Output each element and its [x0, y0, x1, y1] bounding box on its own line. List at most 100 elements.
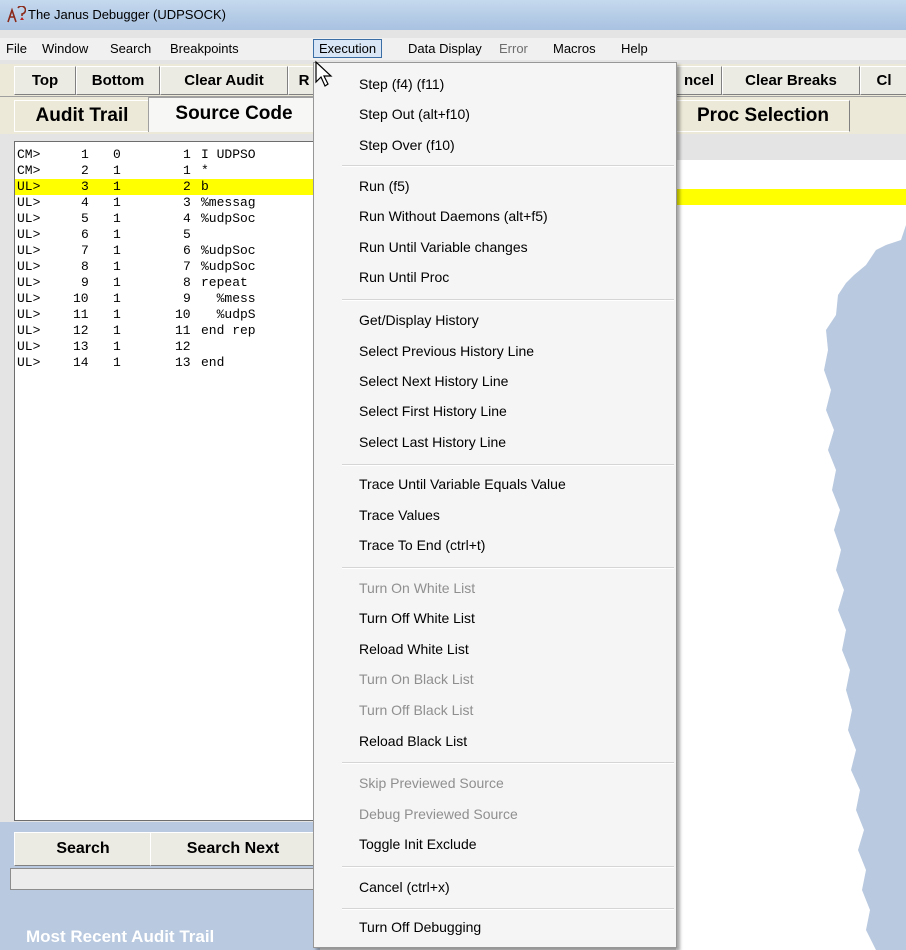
line-code: end rep — [201, 323, 256, 338]
code-line[interactable]: UL> 12 1 11 end rep — [15, 323, 315, 339]
tab-source-code[interactable]: Source Code — [148, 97, 320, 132]
line-prefix: UL> — [17, 307, 41, 322]
menu-item-toggle-init-exclude[interactable]: Toggle Init Exclude — [359, 835, 477, 853]
code-line[interactable]: UL> 11 1 10 %udpS — [15, 307, 315, 323]
tab-audit-trail[interactable]: Audit Trail — [14, 100, 150, 132]
menu-item-select-last-history[interactable]: Select Last History Line — [359, 433, 506, 451]
line-source-number: 4 — [183, 211, 191, 226]
menu-item-select-first-history[interactable]: Select First History Line — [359, 402, 507, 420]
menu-item-turn-off-black-list[interactable]: Turn Off Black List — [359, 701, 473, 719]
search-input[interactable] — [10, 868, 316, 890]
line-code: %mess — [201, 291, 256, 306]
menu-item-turn-off-white-list[interactable]: Turn Off White List — [359, 609, 475, 627]
menu-item-trace-values[interactable]: Trace Values — [359, 506, 440, 524]
menu-item-run-until-proc[interactable]: Run Until Proc — [359, 268, 449, 286]
menu-item-reload-black-list[interactable]: Reload Black List — [359, 732, 467, 750]
line-level: 1 — [113, 179, 121, 194]
menu-item-turn-off-debugging[interactable]: Turn Off Debugging — [359, 918, 481, 936]
line-number: 4 — [81, 195, 89, 210]
code-line[interactable]: UL> 14 1 13 end — [15, 355, 315, 371]
line-number: 10 — [73, 291, 89, 306]
clear-audit-button[interactable]: Clear Audit — [160, 66, 288, 95]
line-level: 1 — [113, 259, 121, 274]
menu-execution[interactable]: Execution — [313, 39, 383, 58]
menu-data-display[interactable]: Data Display — [403, 40, 487, 57]
menu-item-step-over[interactable]: Step Over (f10) — [359, 136, 455, 154]
line-number: 9 — [81, 275, 89, 290]
menu-file[interactable]: File — [1, 40, 32, 57]
line-prefix: CM> — [17, 147, 41, 162]
menu-item-turn-on-black-list[interactable]: Turn On Black List — [359, 670, 474, 688]
menu-separator — [342, 908, 674, 910]
menu-item-skip-previewed-source[interactable]: Skip Previewed Source — [359, 774, 504, 792]
menu-item-trace-until-variable[interactable]: Trace Until Variable Equals Value — [359, 475, 566, 493]
line-prefix: UL> — [17, 179, 41, 194]
line-prefix: CM> — [17, 163, 41, 178]
menu-search[interactable]: Search — [105, 40, 156, 57]
code-line[interactable]: UL> 6 1 5 — [15, 227, 315, 243]
menu-item-cancel[interactable]: Cancel (ctrl+x) — [359, 878, 450, 896]
line-level: 1 — [113, 323, 121, 338]
code-line[interactable]: CM> 1 0 1 I UDPSO — [15, 147, 315, 163]
line-level: 1 — [113, 211, 121, 226]
line-number: 14 — [73, 355, 89, 370]
tab-proc-selection[interactable]: Proc Selection — [676, 100, 850, 132]
search-button[interactable]: Search — [14, 832, 152, 866]
menu-item-run[interactable]: Run (f5) — [359, 177, 410, 195]
menu-item-get-display-history[interactable]: Get/Display History — [359, 311, 479, 329]
menu-item-step[interactable]: Step (f4) (f11) — [359, 75, 444, 93]
map-shape — [824, 225, 906, 950]
search-next-button[interactable]: Search Next — [150, 832, 316, 866]
menu-item-step-out[interactable]: Step Out (alt+f10) — [359, 105, 470, 123]
code-line[interactable]: UL> 10 1 9 %mess — [15, 291, 315, 307]
top-button[interactable]: Top — [14, 66, 76, 95]
menu-bar: File Window Search Breakpoints Execution… — [0, 38, 906, 60]
code-line[interactable]: UL> 9 1 8 repeat — [15, 275, 315, 291]
menu-separator — [342, 464, 674, 466]
cancel-button[interactable]: ncel — [676, 66, 722, 95]
line-level: 1 — [113, 307, 121, 322]
code-line[interactable]: UL> 7 1 6 %udpSoc — [15, 243, 315, 259]
menu-help[interactable]: Help — [616, 40, 653, 57]
menu-item-run-until-variable[interactable]: Run Until Variable changes — [359, 238, 528, 256]
line-code: repeat — [201, 275, 248, 290]
line-number: 8 — [81, 259, 89, 274]
code-line[interactable]: UL> 4 1 3 %messag — [15, 195, 315, 211]
menu-breakpoints[interactable]: Breakpoints — [165, 40, 244, 57]
code-line[interactable]: UL> 5 1 4 %udpSoc — [15, 211, 315, 227]
line-level: 1 — [113, 339, 121, 354]
menu-error[interactable]: Error — [494, 40, 533, 57]
line-source-number: 13 — [175, 355, 191, 370]
line-level: 1 — [113, 195, 121, 210]
line-prefix: UL> — [17, 339, 41, 354]
menu-item-debug-previewed-source[interactable]: Debug Previewed Source — [359, 805, 518, 823]
menu-macros[interactable]: Macros — [548, 40, 601, 57]
menu-item-select-next-history[interactable]: Select Next History Line — [359, 372, 508, 390]
code-line[interactable]: UL> 13 1 12 — [15, 339, 315, 355]
line-number: 3 — [81, 179, 89, 194]
menu-item-run-without-daemons[interactable]: Run Without Daemons (alt+f5) — [359, 207, 548, 225]
menu-item-turn-on-white-list[interactable]: Turn On White List — [359, 579, 475, 597]
line-code: %udpSoc — [201, 211, 256, 226]
line-number: 7 — [81, 243, 89, 258]
menu-item-select-previous-history[interactable]: Select Previous History Line — [359, 342, 534, 360]
line-number: 11 — [73, 307, 89, 322]
cl-button[interactable]: Cl — [860, 66, 906, 95]
line-code: %messag — [201, 195, 256, 210]
source-code-panel[interactable]: CM> 1 0 1 I UDPSO CM> 2 1 1 * UL> 3 1 2 … — [14, 141, 316, 821]
line-code: %udpSoc — [201, 259, 256, 274]
line-source-number: 11 — [175, 323, 191, 338]
menu-item-trace-to-end[interactable]: Trace To End (ctrl+t) — [359, 536, 485, 554]
line-level: 1 — [113, 227, 121, 242]
line-source-number: 8 — [183, 275, 191, 290]
code-line-highlighted[interactable]: UL> 3 1 2 b — [15, 179, 315, 195]
line-number: 6 — [81, 227, 89, 242]
menu-item-reload-white-list[interactable]: Reload White List — [359, 640, 469, 658]
bottom-button[interactable]: Bottom — [76, 66, 160, 95]
menu-window[interactable]: Window — [37, 40, 93, 57]
code-line[interactable]: UL> 8 1 7 %udpSoc — [15, 259, 315, 275]
clear-breaks-button[interactable]: Clear Breaks — [722, 66, 860, 95]
code-line[interactable]: CM> 2 1 1 * — [15, 163, 315, 179]
line-level: 1 — [113, 291, 121, 306]
line-source-number: 1 — [183, 147, 191, 162]
